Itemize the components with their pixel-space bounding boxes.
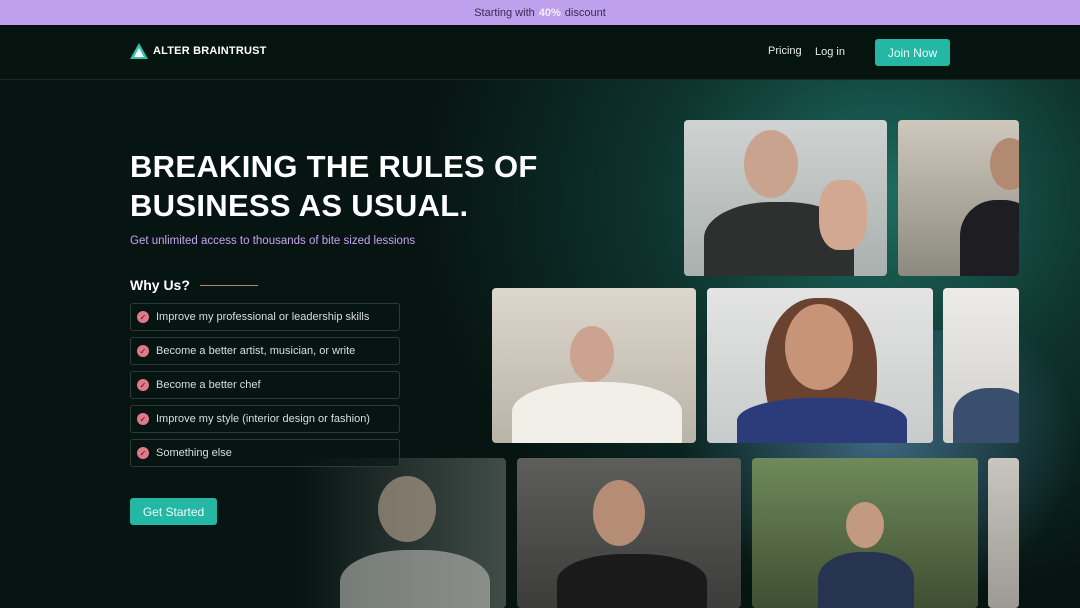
hero-title: BREAKING THE RULES OF BUSINESS AS USUAL.: [130, 147, 570, 225]
triangle-logo-icon: [130, 43, 148, 59]
person-head: [990, 138, 1019, 190]
option-style[interactable]: ✓ Improve my style (interior design or f…: [130, 405, 400, 433]
join-now-button[interactable]: Join Now: [875, 39, 950, 66]
nav-login-link[interactable]: Log in: [815, 46, 845, 58]
video-tile-6: [300, 458, 506, 608]
person-head: [593, 480, 645, 546]
check-icon: ✓: [137, 311, 149, 323]
brand-logo[interactable]: ALTER BRAINTRUST: [130, 43, 267, 59]
why-us-heading: Why Us?: [130, 277, 258, 293]
person-head: [846, 502, 884, 548]
get-started-button[interactable]: Get Started: [130, 498, 217, 525]
hero-title-line-1: BREAKING THE RULES OF: [130, 149, 538, 184]
person-head: [744, 130, 798, 198]
promo-percent: 40%: [538, 6, 561, 19]
promo-suffix: discount: [564, 6, 606, 19]
person-hand: [819, 180, 867, 250]
option-label: Improve my style (interior design or fas…: [156, 413, 370, 425]
option-label: Improve my professional or leadership sk…: [156, 311, 370, 323]
hero-subtitle: Get unlimited access to thousands of bit…: [130, 235, 416, 247]
option-label: Something else: [156, 447, 232, 459]
video-tile-9: [988, 458, 1019, 608]
why-us-label: Why Us?: [130, 277, 190, 293]
video-tile-4: [707, 288, 933, 443]
person-head: [570, 326, 614, 382]
video-tile-7: [517, 458, 741, 608]
video-tile-1: [684, 120, 887, 276]
video-tile-5: [943, 288, 1019, 443]
video-tile-2: [898, 120, 1019, 276]
check-icon: ✓: [137, 413, 149, 425]
person-head: [785, 304, 853, 390]
check-icon: ✓: [137, 345, 149, 357]
person-head: [378, 476, 436, 542]
video-tile-3: [492, 288, 696, 443]
nav-pricing-link[interactable]: Pricing: [768, 45, 802, 57]
video-tile-8: [752, 458, 978, 608]
option-better-chef[interactable]: ✓ Become a better chef: [130, 371, 400, 399]
person-body: [960, 200, 1019, 276]
person-body: [340, 550, 490, 608]
person-body: [818, 552, 914, 608]
promo-banner: Starting with 40% discount: [0, 0, 1080, 25]
person-body: [512, 382, 682, 443]
brand-name: ALTER BRAINTRUST: [153, 45, 267, 57]
option-artist-musician[interactable]: ✓ Become a better artist, musician, or w…: [130, 337, 400, 365]
promo-prefix: Starting with: [474, 6, 535, 19]
option-something-else[interactable]: ✓ Something else: [130, 439, 400, 467]
check-icon: ✓: [137, 379, 149, 391]
hero-title-line-2: BUSINESS AS USUAL.: [130, 188, 469, 223]
check-icon: ✓: [137, 447, 149, 459]
option-label: Become a better chef: [156, 379, 261, 391]
person-body: [557, 554, 707, 608]
heading-divider: [199, 284, 258, 286]
option-label: Become a better artist, musician, or wri…: [156, 345, 356, 357]
person-body: [953, 388, 1019, 443]
option-professional-skills[interactable]: ✓ Improve my professional or leadership …: [130, 303, 400, 331]
top-nav: ALTER BRAINTRUST Pricing Log in Join Now: [0, 25, 1080, 80]
person-body: [737, 398, 907, 443]
